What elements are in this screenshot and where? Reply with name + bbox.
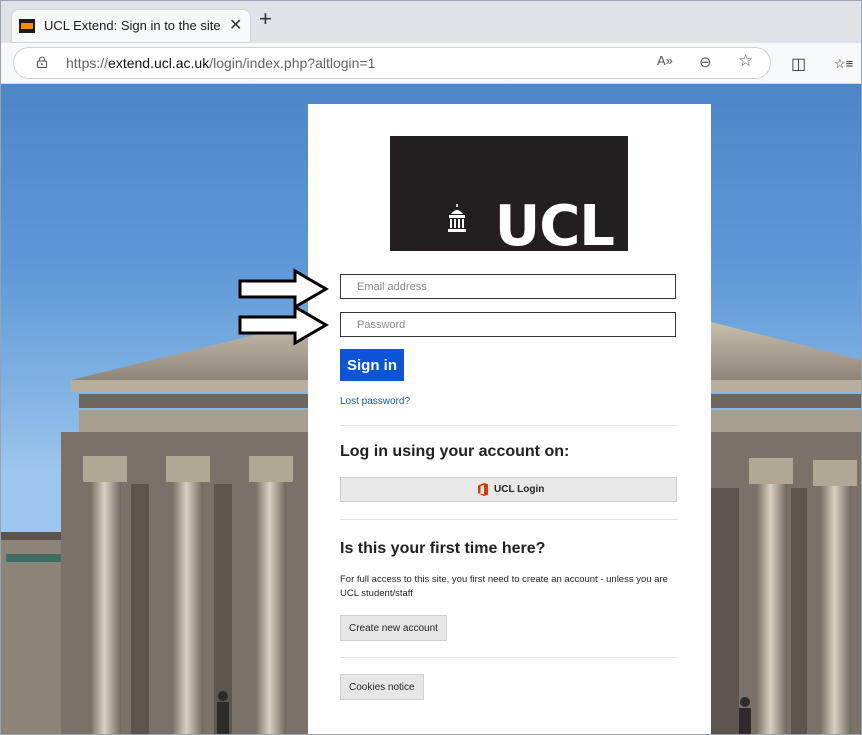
lock-icon[interactable] bbox=[36, 56, 48, 68]
first-time-text: For full access to this site, you first … bbox=[340, 574, 668, 599]
url-path: /login/index.php?altlogin=1 bbox=[209, 55, 376, 71]
split-screen-icon[interactable]: ◫ bbox=[791, 54, 806, 74]
ucl-login-button[interactable]: UCL Login bbox=[340, 477, 677, 502]
ucl-favicon-icon bbox=[19, 19, 35, 33]
sso-heading: Log in using your account on: bbox=[340, 443, 570, 460]
divider bbox=[340, 519, 678, 520]
ucl-portico-icon bbox=[448, 204, 466, 232]
favorites-list-icon[interactable]: ☆≡ bbox=[834, 56, 853, 72]
close-tab-icon[interactable]: ✕ bbox=[229, 15, 242, 35]
cookies-notice-button[interactable]: Cookies notice bbox=[340, 674, 424, 700]
password-field[interactable] bbox=[340, 312, 676, 337]
browser-toolbar: https://extend.ucl.ac.uk/login/index.php… bbox=[1, 43, 861, 84]
favorite-star-icon[interactable]: ☆ bbox=[738, 51, 753, 71]
office-icon bbox=[478, 483, 488, 496]
page-viewport: UCL Sign in Lost password? Log in using … bbox=[1, 84, 861, 734]
new-tab-button[interactable]: + bbox=[259, 7, 272, 31]
url-host: extend.ucl.ac.uk bbox=[108, 55, 210, 71]
browser-tab[interactable]: UCL Extend: Sign in to the site ✕ bbox=[11, 9, 251, 43]
create-account-button[interactable]: Create new account bbox=[340, 615, 447, 641]
ucl-logo-text: UCL bbox=[494, 194, 615, 259]
first-time-heading: Is this your first time here? bbox=[340, 540, 546, 557]
ucl-logo: UCL bbox=[390, 136, 628, 259]
login-card: UCL Sign in Lost password? Log in using … bbox=[308, 104, 711, 734]
browser-window: UCL Extend: Sign in to the site ✕ + http… bbox=[0, 0, 862, 735]
lost-password-link[interactable]: Lost password? bbox=[340, 396, 410, 407]
tab-title: UCL Extend: Sign in to the site bbox=[44, 18, 221, 33]
sign-in-button[interactable]: Sign in bbox=[340, 349, 404, 381]
zoom-icon[interactable]: ⊖ bbox=[699, 53, 712, 71]
url-text[interactable]: https://extend.ucl.ac.uk/login/index.php… bbox=[66, 55, 375, 71]
divider bbox=[340, 425, 678, 426]
address-bar[interactable]: https://extend.ucl.ac.uk/login/index.php… bbox=[13, 47, 771, 79]
read-aloud-icon[interactable]: A» bbox=[657, 53, 673, 68]
email-field[interactable] bbox=[340, 274, 676, 299]
divider bbox=[340, 657, 678, 658]
url-scheme: https:// bbox=[66, 55, 109, 71]
arrow-pointing-password-icon bbox=[238, 304, 329, 346]
ucl-login-label: UCL Login bbox=[494, 484, 545, 495]
tab-strip: UCL Extend: Sign in to the site ✕ + bbox=[1, 1, 861, 43]
